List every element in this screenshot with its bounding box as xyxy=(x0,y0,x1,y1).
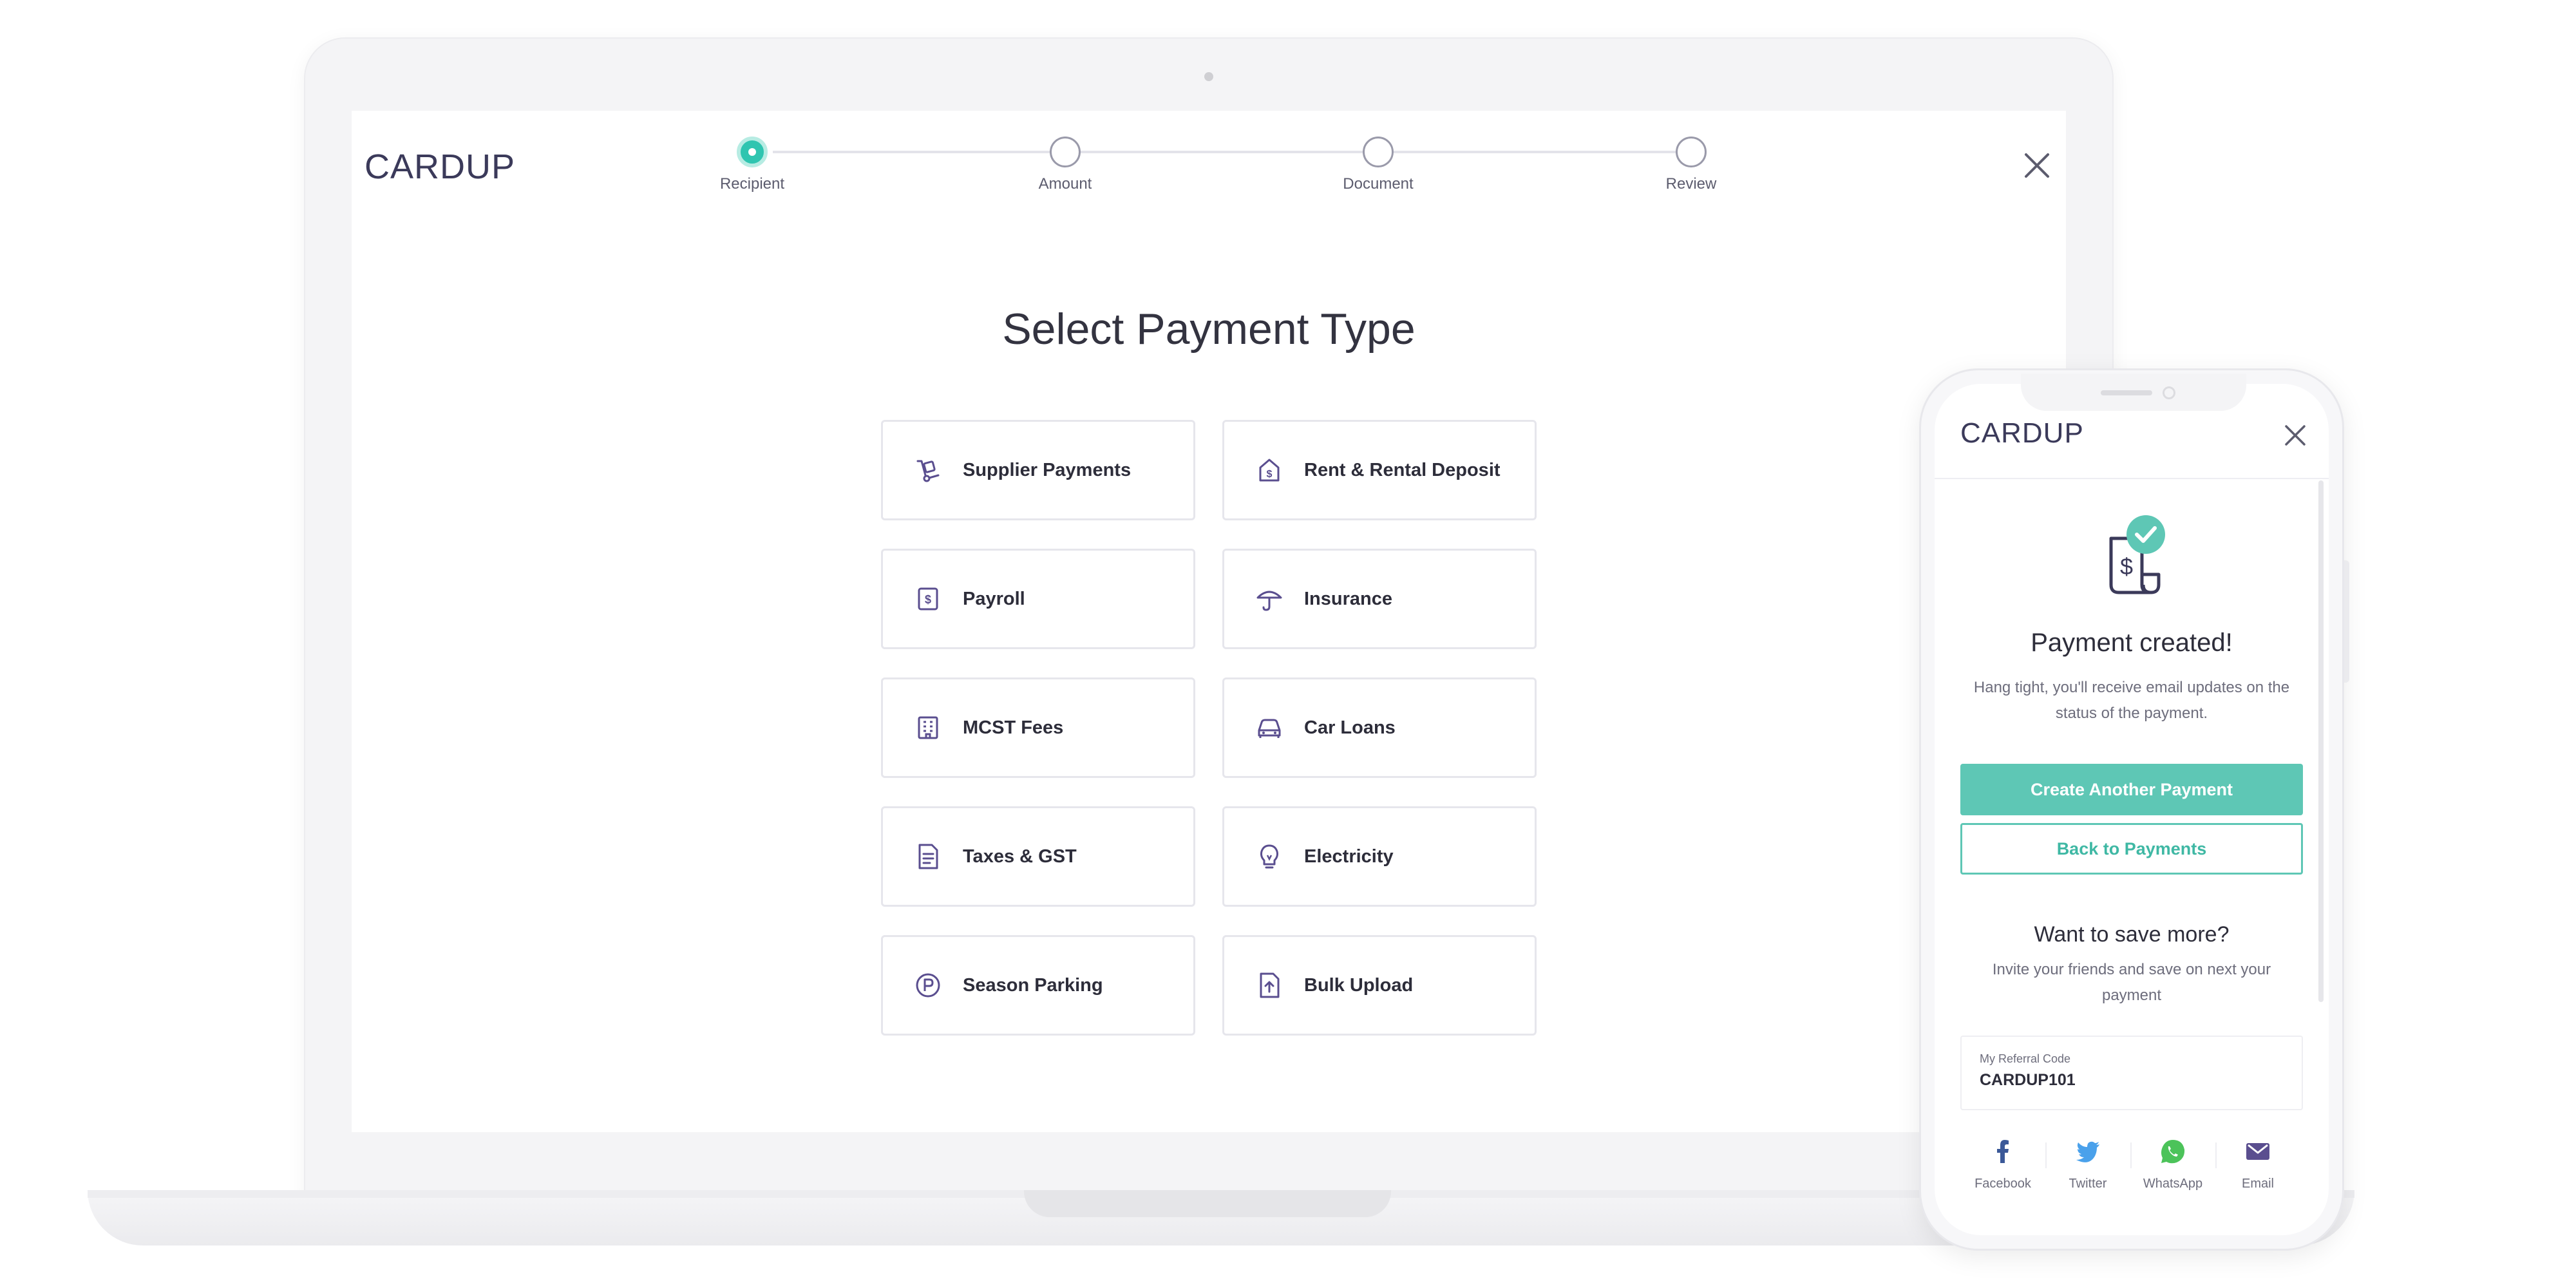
car-icon xyxy=(1258,719,1281,738)
upload-file-icon xyxy=(1260,972,1280,998)
card-label: Supplier Payments xyxy=(963,459,1132,480)
close-icon[interactable] xyxy=(2282,422,2308,448)
card-label: Rent & Rental Deposit xyxy=(1304,459,1501,480)
whatsapp-icon xyxy=(2161,1140,2185,1164)
progress-stepper: Recipient Amount Document Review xyxy=(720,137,1718,207)
step-dot xyxy=(1363,137,1394,167)
share-label: Facebook xyxy=(1975,1177,2031,1191)
share-label: Twitter xyxy=(2069,1177,2107,1191)
stepper-track xyxy=(773,151,1698,153)
document-icon xyxy=(918,844,938,869)
parking-icon xyxy=(916,973,940,998)
svg-text:$: $ xyxy=(1267,469,1273,480)
step-amount[interactable]: Amount xyxy=(1001,137,1130,193)
desktop-screen: CARDUP Recipient Amount Document Review xyxy=(352,111,2066,1132)
payment-type-supplier-payments[interactable]: Supplier Payments xyxy=(881,420,1195,520)
payment-type-car-loans[interactable]: Car Loans xyxy=(1222,677,1537,778)
create-another-payment-button[interactable]: Create Another Payment xyxy=(1960,764,2303,815)
house-dollar-icon: $ xyxy=(1259,459,1280,482)
card-label: Taxes & GST xyxy=(963,846,1077,867)
payment-type-insurance[interactable]: Insurance xyxy=(1222,549,1537,649)
phone-speaker xyxy=(2101,390,2152,395)
referral-code-label: My Referral Code xyxy=(1980,1052,2071,1065)
card-label: MCST Fees xyxy=(963,717,1064,738)
payment-type-season-parking[interactable]: Season Parking xyxy=(881,935,1195,1036)
referral-description: Invite your friends and save on next you… xyxy=(1992,961,2271,1004)
svg-text:$: $ xyxy=(925,593,931,606)
referral-code-box[interactable]: My Referral Code CARDUP101 xyxy=(1960,1036,2303,1110)
step-recipient[interactable]: Recipient xyxy=(688,137,817,193)
step-label: Document xyxy=(1343,175,1414,193)
card-label: Car Loans xyxy=(1304,717,1396,738)
share-email[interactable]: Email xyxy=(2215,1137,2300,1191)
svg-text:$: $ xyxy=(2120,553,2133,580)
twitter-icon xyxy=(2076,1141,2099,1162)
lightbulb-icon xyxy=(1260,844,1278,869)
umbrella-icon xyxy=(1256,591,1282,611)
step-dot xyxy=(1050,137,1081,167)
facebook-icon xyxy=(1997,1140,2009,1163)
page-title: Select Payment Type xyxy=(1002,305,1416,354)
payment-type-taxes-gst[interactable]: Taxes & GST xyxy=(881,806,1195,907)
receipt-dollar-icon: $ xyxy=(918,587,938,611)
mockup-stage: CARDUP Recipient Amount Document Review xyxy=(0,0,2576,1288)
success-title: Payment created! xyxy=(2031,629,2233,657)
back-to-payments-button[interactable]: Back to Payments xyxy=(1960,823,2303,875)
cardup-logo[interactable]: CARDUP xyxy=(1960,417,2084,450)
referral-title: Want to save more? xyxy=(2034,922,2230,947)
share-label: WhatsApp xyxy=(2143,1177,2203,1191)
header-divider xyxy=(1935,478,2329,479)
step-label: Amount xyxy=(1038,175,1092,193)
phone-side-button xyxy=(2344,560,2349,683)
payment-type-electricity[interactable]: Electricity xyxy=(1222,806,1537,907)
phone-camera xyxy=(2163,386,2175,399)
referral-code-value: CARDUP101 xyxy=(1980,1071,2076,1089)
step-label: Recipient xyxy=(719,175,785,193)
step-label: Review xyxy=(1665,175,1717,193)
step-review[interactable]: Review xyxy=(1627,137,1756,193)
hand-truck-icon xyxy=(916,460,940,482)
building-icon xyxy=(918,716,938,739)
payment-type-mcst-fees[interactable]: MCST Fees xyxy=(881,677,1195,778)
card-label: Insurance xyxy=(1304,588,1392,609)
share-label: Email xyxy=(2241,1177,2274,1191)
cardup-logo[interactable]: CARDUP xyxy=(365,147,515,187)
card-label: Season Parking xyxy=(963,974,1103,996)
step-document[interactable]: Document xyxy=(1314,137,1443,193)
card-label: Electricity xyxy=(1304,846,1394,867)
email-icon xyxy=(2246,1143,2269,1160)
share-facebook[interactable]: Facebook xyxy=(1960,1137,2045,1191)
laptop-camera xyxy=(1204,72,1213,81)
share-whatsapp[interactable]: WhatsApp xyxy=(2130,1137,2215,1191)
close-icon[interactable] xyxy=(2021,149,2053,182)
share-twitter[interactable]: Twitter xyxy=(2045,1137,2130,1191)
payment-type-rent[interactable]: $ Rent & Rental Deposit xyxy=(1222,420,1537,520)
step-dot-active xyxy=(737,137,768,167)
payment-type-bulk-upload[interactable]: Bulk Upload xyxy=(1222,935,1537,1036)
step-dot xyxy=(1676,137,1707,167)
card-label: Bulk Upload xyxy=(1304,974,1414,996)
laptop-notch xyxy=(1024,1190,1391,1217)
mobile-screen: CARDUP $ Payment created! Hang tight, yo… xyxy=(1935,384,2329,1235)
payment-type-payroll[interactable]: $ Payroll xyxy=(881,549,1195,649)
success-description: Hang tight, you'll receive email updates… xyxy=(1973,679,2290,722)
payment-success-icon: $ xyxy=(2109,515,2165,594)
card-label: Payroll xyxy=(963,588,1025,609)
